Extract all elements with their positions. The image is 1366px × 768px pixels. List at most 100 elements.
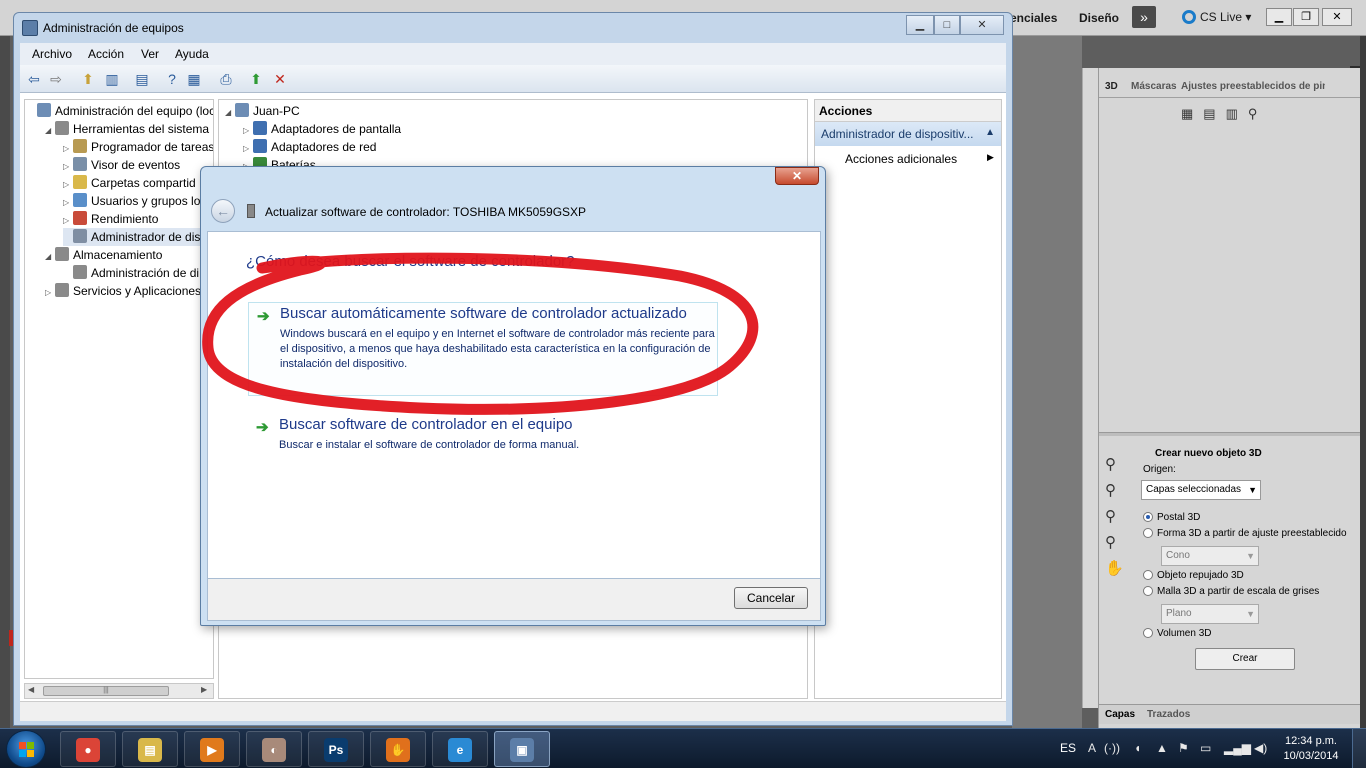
origin-select[interactable]: Capas seleccionadas ▼ bbox=[1141, 480, 1261, 500]
taskbar-app-hand[interactable]: ✋ bbox=[370, 731, 426, 767]
menu-ver[interactable]: Ver bbox=[141, 47, 159, 61]
scroll-left-icon[interactable]: ◀ bbox=[28, 685, 34, 694]
photoshop-icon: Ps bbox=[324, 738, 348, 762]
speaker-icon[interactable]: ◖ bbox=[1134, 741, 1141, 755]
shape-select[interactable]: Cono ▼ bbox=[1161, 546, 1259, 566]
option-browse-computer[interactable]: ➔ Buscar software de controlador en el e… bbox=[248, 414, 718, 454]
volume-icon[interactable]: ◀) bbox=[1254, 741, 1267, 755]
show-action-pane-icon[interactable]: ▦ bbox=[184, 69, 204, 89]
device-item[interactable]: ◢ Juan-PC bbox=[225, 102, 300, 120]
tab-paths[interactable]: Trazados bbox=[1147, 709, 1190, 720]
workspace-design-label[interactable]: Diseño bbox=[1079, 11, 1119, 25]
show-desktop-button[interactable] bbox=[1352, 729, 1366, 768]
device-item[interactable]: ▷ Adaptadores de red bbox=[243, 138, 376, 156]
green-arrow-icon: ➔ bbox=[257, 308, 270, 325]
disk-drive-icon bbox=[247, 204, 255, 218]
back-arrow-icon[interactable]: ← bbox=[211, 199, 235, 223]
mesh-select[interactable]: Plano ▼ bbox=[1161, 604, 1259, 624]
collapse-icon[interactable]: ▲ bbox=[985, 127, 995, 138]
uninstall-icon[interactable]: ✕ bbox=[270, 69, 290, 89]
maximize-icon[interactable]: □ bbox=[934, 15, 960, 35]
3d-tool-icons[interactable]: ⚲ ⚲ ⚲ ⚲ ✋ bbox=[1105, 452, 1129, 582]
option-search-automatically[interactable]: ➔ Buscar automáticamente software de con… bbox=[248, 302, 718, 396]
window-titlebar[interactable]: Administración de equipos ▁ □ ✕ bbox=[14, 13, 1012, 43]
show-tree-icon[interactable]: ▥ bbox=[102, 69, 122, 89]
help-icon[interactable]: ? bbox=[162, 69, 182, 89]
panel-divider bbox=[1099, 432, 1361, 436]
close-icon[interactable]: ✕ bbox=[1322, 8, 1352, 26]
action-center-flag-icon[interactable]: ⚑ bbox=[1178, 741, 1189, 755]
taskbar-app-photoshop[interactable]: Ps bbox=[308, 731, 364, 767]
ime-icon[interactable]: A bbox=[1088, 741, 1096, 755]
taskbar-app-internet-explorer[interactable]: e bbox=[432, 731, 488, 767]
menu-ayuda[interactable]: Ayuda bbox=[175, 47, 209, 61]
tree-item[interactable]: ◢ Almacenamiento bbox=[45, 246, 162, 264]
device-item[interactable]: ▷ Adaptadores de pantalla bbox=[243, 120, 401, 138]
taskbar-app-chrome[interactable]: ● bbox=[60, 731, 116, 767]
tree-item[interactable]: ▷ Servicios y Aplicaciones bbox=[45, 282, 201, 300]
tab-layers[interactable]: Capas bbox=[1105, 709, 1135, 720]
radio-postcard[interactable]: Postal 3D bbox=[1143, 512, 1200, 523]
forward-arrow-icon[interactable]: ⇨ bbox=[46, 69, 66, 89]
tree-expander-icon[interactable]: ▷ bbox=[45, 284, 55, 302]
radio-extrusion-label: Objeto repujado 3D bbox=[1157, 570, 1244, 581]
tree-expander-icon[interactable]: ◢ bbox=[45, 122, 55, 140]
create-3d-button[interactable]: Crear bbox=[1195, 648, 1295, 670]
battery-icon[interactable]: ▭ bbox=[1200, 741, 1211, 755]
tree-item[interactable]: ▷ Usuarios y grupos loc bbox=[63, 192, 206, 210]
actions-device-manager-label: Administrador de dispositiv... bbox=[821, 127, 974, 141]
cancel-button[interactable]: Cancelar bbox=[734, 587, 808, 609]
3d-filter-icons[interactable]: ▦▤▥⚲ bbox=[1181, 106, 1267, 122]
clock[interactable]: 12:34 p.m. 10/03/2014 bbox=[1276, 734, 1346, 764]
tree-item[interactable]: ▷ Visor de eventos bbox=[63, 156, 180, 174]
dialog-close-button[interactable]: ✕ bbox=[775, 167, 819, 185]
tree-item[interactable]: ▷ Programador de tareas bbox=[63, 138, 213, 156]
tree-item[interactable]: Administración de di bbox=[63, 264, 199, 282]
taskbar-app-computer-management[interactable]: ▣ bbox=[494, 731, 550, 767]
back-arrow-icon[interactable]: ⇦ bbox=[24, 69, 44, 89]
restore-icon[interactable]: ❐ bbox=[1293, 8, 1319, 26]
menu-archivo[interactable]: Archivo bbox=[32, 47, 72, 61]
network-wireless-icon[interactable]: (·)) bbox=[1104, 741, 1120, 755]
panel-scrollbar[interactable] bbox=[1082, 68, 1098, 708]
actions-more[interactable]: Acciones adicionales bbox=[845, 152, 957, 166]
properties-icon[interactable]: ▤ bbox=[132, 69, 152, 89]
close-icon[interactable]: ✕ bbox=[960, 15, 1004, 35]
tab-brush-presets[interactable]: Ajustes preestablecidos de pinc bbox=[1181, 81, 1325, 92]
up-folder-icon[interactable]: ⬆ bbox=[78, 69, 98, 89]
scrollbar-thumb[interactable]: ||| bbox=[43, 686, 169, 696]
start-button[interactable] bbox=[6, 730, 46, 768]
radio-extrusion[interactable]: Objeto repujado 3D bbox=[1143, 570, 1244, 581]
actions-pane: Acciones Administrador de dispositiv... ▲… bbox=[814, 99, 1002, 699]
tab-masks[interactable]: Máscaras bbox=[1131, 81, 1177, 92]
minimize-icon[interactable]: ▁ bbox=[1266, 8, 1292, 26]
tree-expander-icon[interactable]: ◢ bbox=[225, 104, 235, 122]
tree-item[interactable]: Administrador de dis bbox=[63, 228, 201, 246]
signal-bars-icon[interactable]: ▂▄▆ bbox=[1224, 741, 1251, 755]
menu-accion[interactable]: Acción bbox=[88, 47, 124, 61]
tree-item[interactable]: ▷ Rendimiento bbox=[63, 210, 158, 228]
radio-shape-preset[interactable]: Forma 3D a partir de ajuste preestableci… bbox=[1143, 528, 1347, 539]
workspace-essentials-label[interactable]: enciales bbox=[1010, 11, 1057, 25]
actions-device-manager[interactable]: Administrador de dispositiv... ▲ bbox=[815, 122, 1001, 146]
radio-grayscale-mesh[interactable]: Malla 3D a partir de escala de grises bbox=[1143, 586, 1319, 597]
tree-item[interactable]: ◢ Herramientas del sistema bbox=[45, 120, 209, 138]
language-indicator[interactable]: ES bbox=[1060, 741, 1076, 755]
scan-hardware-icon[interactable]: ⎙ bbox=[216, 69, 236, 89]
minimize-icon[interactable]: ▁ bbox=[906, 15, 934, 35]
scroll-right-icon[interactable]: ▶ bbox=[201, 685, 207, 694]
cs-live-menu[interactable]: CS Live ▾ bbox=[1182, 10, 1251, 24]
tree-expander-icon[interactable]: ◢ bbox=[45, 248, 55, 266]
chevron-right-icon[interactable]: ▶ bbox=[987, 152, 994, 163]
tree-item[interactable]: Administración del equipo (loc bbox=[27, 102, 213, 120]
tab-3d[interactable]: 3D bbox=[1105, 81, 1118, 92]
tree-horizontal-scrollbar[interactable]: ◀ ||| ▶ bbox=[24, 683, 214, 699]
update-driver-icon[interactable]: ⬆ bbox=[246, 69, 266, 89]
show-hidden-icons-icon[interactable]: ▲ bbox=[1156, 741, 1168, 755]
tree-item[interactable]: ▷ Carpetas compartid bbox=[63, 174, 196, 192]
taskbar-app-photo[interactable]: ◐ bbox=[246, 731, 302, 767]
radio-volume[interactable]: Volumen 3D bbox=[1143, 628, 1211, 639]
taskbar-app-media[interactable]: ▶ bbox=[184, 731, 240, 767]
more-workspaces-button[interactable]: » bbox=[1132, 6, 1156, 28]
taskbar-app-explorer[interactable]: ▤ bbox=[122, 731, 178, 767]
